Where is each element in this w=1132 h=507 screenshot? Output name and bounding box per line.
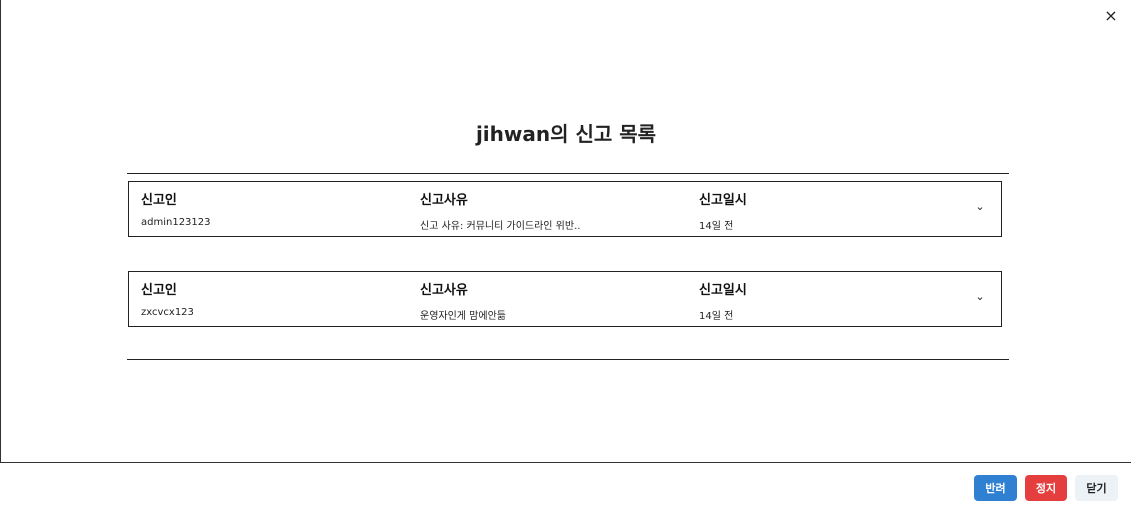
chevron-down-icon[interactable]: ⌄ [973, 200, 987, 214]
suspend-button[interactable]: 정지 [1025, 475, 1067, 501]
close-icon[interactable]: × [1101, 6, 1121, 26]
modal-title: jihwan의 신고 목록 [475, 122, 657, 146]
date-value: 14일 전 [699, 311, 734, 322]
report-card[interactable]: 신고인 admin123123 신고사유 신고 사유: 커뮤니티 가이드라인 위… [128, 181, 1002, 237]
reporter-header: 신고인 [141, 283, 177, 298]
reporter-header: 신고인 [141, 193, 177, 208]
report-card[interactable]: 신고인 zxcvcx123 신고사유 운영자인게 맘에안듦 신고일시 14일 전… [128, 271, 1002, 327]
reason-value: 신고 사유: 커뮤니티 가이드라인 위반.. [420, 221, 581, 232]
date-value: 14일 전 [699, 221, 734, 232]
top-divider [127, 173, 1009, 174]
bottom-divider [127, 359, 1009, 360]
reason-header: 신고사유 [420, 283, 468, 298]
reject-button[interactable]: 반려 [974, 475, 1017, 501]
reason-value: 운영자인게 맘에안듦 [420, 311, 506, 322]
reporter-value: admin123123 [141, 217, 211, 228]
reason-header: 신고사유 [420, 193, 468, 208]
date-header: 신고일시 [699, 283, 747, 298]
close-button[interactable]: 닫기 [1075, 475, 1118, 501]
modal-footer: 반려 정지 닫기 [974, 475, 1118, 501]
report-list-modal: × jihwan의 신고 목록 신고인 admin123123 신고사유 신고 … [0, 0, 1131, 463]
reporter-value: zxcvcx123 [141, 307, 194, 318]
date-header: 신고일시 [699, 193, 747, 208]
chevron-down-icon[interactable]: ⌄ [973, 290, 987, 304]
